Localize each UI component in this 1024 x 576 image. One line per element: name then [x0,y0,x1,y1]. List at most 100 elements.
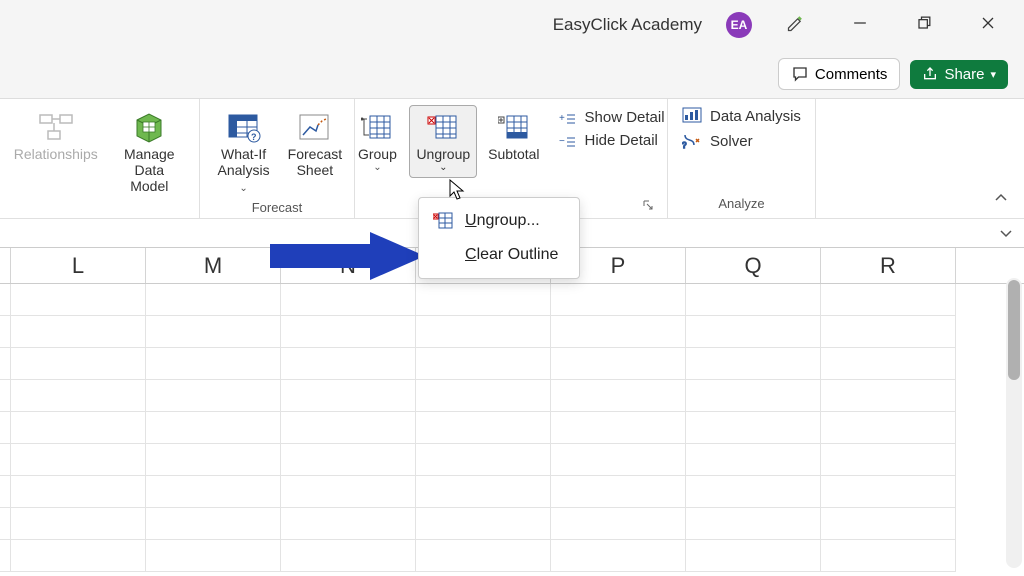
grid-cell[interactable] [146,444,281,476]
grid-cell[interactable] [416,316,551,348]
column-header[interactable]: Q [686,248,821,283]
grid-cell[interactable] [0,316,11,348]
minimize-icon[interactable] [840,13,880,38]
grid-cell[interactable] [686,476,821,508]
grid-cell[interactable] [281,316,416,348]
ungroup-button[interactable]: Ungroup ⌄ [409,105,477,178]
grid-cell[interactable] [146,476,281,508]
vertical-scrollbar[interactable] [1006,278,1022,568]
grid-cell[interactable] [0,380,11,412]
share-button[interactable]: Share ▾ [910,60,1008,89]
grid-cell[interactable] [146,284,281,316]
data-analysis-button[interactable]: Data Analysis [678,105,805,127]
grid-cell[interactable] [821,348,956,380]
restore-icon[interactable] [904,13,944,38]
grid-cell[interactable] [416,412,551,444]
grid-cell[interactable] [281,380,416,412]
grid-cell[interactable] [551,316,686,348]
grid-cell[interactable] [11,476,146,508]
relationships-button[interactable]: Relationships [8,105,104,167]
grid-cell[interactable] [281,476,416,508]
grid-cell[interactable] [416,284,551,316]
grid-cell[interactable] [146,508,281,540]
grid-cell[interactable] [0,444,11,476]
grid-cell[interactable] [686,348,821,380]
grid-cell[interactable] [281,348,416,380]
grid-cell[interactable] [281,508,416,540]
grid-cell[interactable] [11,540,146,572]
grid-cell[interactable] [11,284,146,316]
grid-cell[interactable] [0,476,11,508]
grid-cell[interactable] [551,380,686,412]
grid-cell[interactable] [821,316,956,348]
grid-cell[interactable] [11,316,146,348]
grid-cell[interactable] [551,284,686,316]
whatif-button[interactable]: ? What-If Analysis ⌄ [208,105,280,200]
grid-cell[interactable] [11,444,146,476]
grid-cell[interactable] [281,412,416,444]
forecast-sheet-button[interactable]: Forecast Sheet [283,105,346,183]
grid-cell[interactable] [146,316,281,348]
group-button[interactable]: Group ⌄ [349,105,405,178]
spreadsheet-grid[interactable]: // rows generated below after JSON parse [0,284,1024,576]
show-detail-button[interactable]: + Show Detail [555,107,669,128]
expand-formula-bar-button[interactable] [998,225,1014,246]
grid-cell[interactable] [11,380,146,412]
grid-cell[interactable] [11,412,146,444]
collapse-ribbon-button[interactable] [992,189,1010,212]
menu-item-ungroup[interactable]: Ungroup... [419,204,579,238]
grid-cell[interactable] [821,284,956,316]
grid-cell[interactable] [416,508,551,540]
column-header[interactable]: L [11,248,146,283]
grid-cell[interactable] [686,284,821,316]
grid-cell[interactable] [551,540,686,572]
dialog-launcher-outline[interactable] [641,198,655,212]
grid-cell[interactable] [686,444,821,476]
grid-cell[interactable] [686,412,821,444]
grid-cell[interactable] [821,444,956,476]
scroll-thumb[interactable] [1008,280,1020,380]
grid-cell[interactable] [416,540,551,572]
grid-cell[interactable] [281,284,416,316]
grid-cell[interactable] [416,444,551,476]
grid-cell[interactable] [821,540,956,572]
column-header[interactable]: R [821,248,956,283]
grid-cell[interactable] [416,380,551,412]
subtotal-button[interactable]: Subtotal [481,105,546,167]
grid-cell[interactable] [146,540,281,572]
menu-item-clear-outline[interactable]: Clear Outline [419,238,579,272]
grid-cell[interactable] [0,412,11,444]
grid-cell[interactable] [0,508,11,540]
grid-cell[interactable] [281,540,416,572]
grid-cell[interactable] [281,444,416,476]
grid-cell[interactable] [146,380,281,412]
grid-cell[interactable] [11,348,146,380]
grid-cell[interactable] [551,476,686,508]
grid-cell[interactable] [416,476,551,508]
grid-cell[interactable] [11,508,146,540]
grid-cell[interactable] [551,444,686,476]
grid-cell[interactable] [0,284,11,316]
grid-cell[interactable] [821,476,956,508]
close-icon[interactable] [968,13,1008,38]
hide-detail-button[interactable]: − Hide Detail [555,130,669,151]
pen-icon[interactable] [776,13,816,38]
grid-cell[interactable] [686,380,821,412]
grid-cell[interactable] [146,348,281,380]
grid-cell[interactable] [686,508,821,540]
grid-cell[interactable] [551,348,686,380]
grid-cell[interactable] [686,316,821,348]
grid-cell[interactable] [0,348,11,380]
grid-cell[interactable] [551,412,686,444]
comments-button[interactable]: Comments [778,58,901,90]
avatar[interactable]: EA [726,12,752,38]
grid-cell[interactable] [821,380,956,412]
grid-cell[interactable] [0,540,11,572]
column-header[interactable]: M [146,248,281,283]
grid-cell[interactable] [821,508,956,540]
grid-cell[interactable] [821,412,956,444]
manage-data-model-button[interactable]: Manage Data Model [108,105,191,199]
grid-cell[interactable] [551,508,686,540]
solver-button[interactable]: ? Solver [678,130,757,152]
grid-cell[interactable] [416,348,551,380]
